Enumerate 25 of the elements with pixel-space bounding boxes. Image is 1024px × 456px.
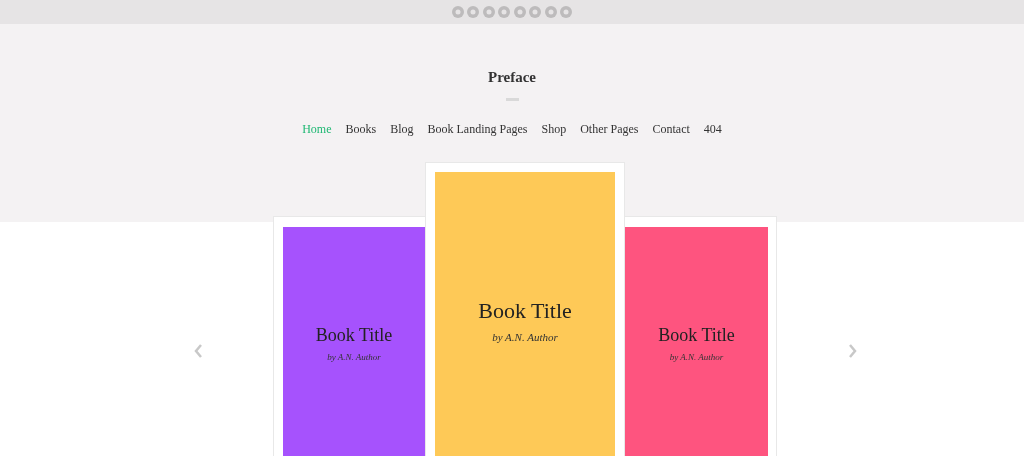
book-cover[interactable]: Book Title by A.N. Author: [625, 227, 768, 456]
nav-link[interactable]: Book Landing Pages: [427, 119, 528, 138]
book-title: Book Title: [658, 324, 735, 347]
social-media-icon[interactable]: [498, 6, 511, 18]
book-cover[interactable]: Book Title by A.N. Author: [283, 227, 425, 456]
nav-link[interactable]: 404: [703, 119, 722, 138]
social-media-icon[interactable]: [544, 6, 557, 18]
nav-link[interactable]: Other Pages: [580, 119, 639, 138]
site-title: Preface: [488, 68, 536, 87]
book-title: Book Title: [315, 324, 393, 347]
social-media-icon[interactable]: [560, 6, 573, 18]
nav-link[interactable]: Contact: [652, 119, 690, 138]
book-author: by A.N. Author: [669, 351, 724, 364]
book-author: by A.N. Author: [492, 330, 558, 345]
social-media-icon[interactable]: [451, 6, 464, 18]
social-media-icon[interactable]: [529, 6, 542, 18]
book-title: Book Title: [478, 297, 572, 325]
nav-link[interactable]: Shop: [541, 119, 567, 138]
nav-link[interactable]: Books: [345, 119, 377, 138]
nav-link[interactable]: Blog: [390, 119, 414, 138]
social-media-icon[interactable]: [513, 6, 526, 18]
social-media-icon[interactable]: [482, 6, 495, 18]
book-cover[interactable]: Book Title by A.N. Author: [435, 172, 615, 456]
book-author: by A.N. Author: [327, 351, 381, 364]
social-media-icon[interactable]: [467, 6, 480, 18]
